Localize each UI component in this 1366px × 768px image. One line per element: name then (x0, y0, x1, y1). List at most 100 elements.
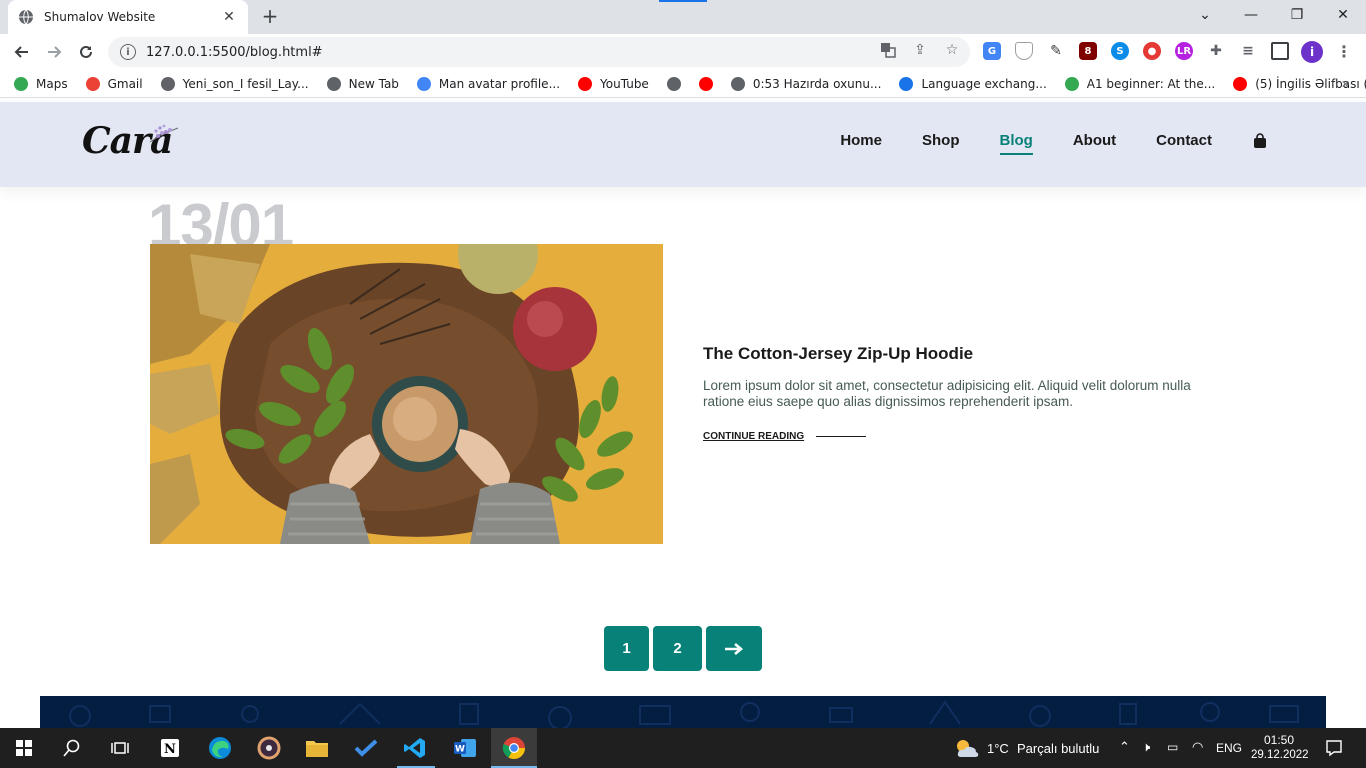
bookmark-item[interactable]: New Tab (326, 76, 399, 91)
recorder-ext-icon[interactable]: ● (1143, 42, 1161, 60)
browser-tab-strip: Shumalov Website ✕ + ⌄ — ❐ ✕ (0, 0, 1366, 34)
chrome-icon[interactable] (500, 734, 528, 762)
ublock-ext-icon[interactable]: 8 (1079, 42, 1097, 60)
bookmark-label: A1 beginner: At the... (1086, 76, 1216, 91)
bookmark-star-icon[interactable]: ☆ (943, 41, 961, 59)
back-button[interactable] (10, 40, 34, 64)
next-page-button[interactable] (706, 626, 762, 671)
windows-start-icon[interactable] (10, 734, 38, 762)
clock-time[interactable]: 01:50 (1264, 733, 1294, 747)
vscode-icon[interactable] (401, 734, 429, 762)
bookmark-item[interactable]: Language exchang... (899, 76, 1047, 91)
reload-button[interactable] (74, 40, 98, 64)
bookmark-favicon-icon (730, 76, 745, 91)
tab-search-icon[interactable]: ⌄ (1182, 0, 1228, 30)
arrow-right-icon (48, 46, 62, 58)
bookmark-favicon-icon (85, 76, 100, 91)
todo-icon[interactable] (352, 734, 380, 762)
battery-icon[interactable]: ▭ (1167, 740, 1178, 754)
bookmark-favicon-icon (666, 76, 681, 91)
weather-icon[interactable] (953, 734, 981, 762)
translate-icon[interactable] (879, 41, 897, 59)
main-nav: Home Shop Blog About Contact (800, 132, 1268, 155)
bookmark-item[interactable]: A1 beginner: At the... (1064, 76, 1216, 91)
bookmark-label: Yeni_son_I fesil_Lay... (182, 76, 309, 91)
forward-button[interactable] (42, 40, 66, 64)
bookmark-favicon-icon (899, 76, 914, 91)
edge-icon[interactable] (206, 734, 234, 762)
bookmark-item[interactable]: YouTube (578, 76, 649, 91)
post-title[interactable]: The Cotton-Jersey Zip-Up Hoodie (703, 344, 973, 364)
bookmark-item[interactable]: Gmail (85, 76, 143, 91)
extension-badge: 8 (1084, 45, 1092, 57)
nav-about[interactable]: About (1073, 132, 1116, 149)
arrow-right-icon (725, 642, 743, 655)
bookmark-favicon-icon (416, 76, 431, 91)
file-explorer-icon[interactable] (303, 734, 331, 762)
bookmark-label: Man avatar profile... (438, 76, 561, 91)
side-panel-icon[interactable] (1271, 42, 1289, 60)
notion-icon[interactable]: N (156, 734, 184, 762)
reload-icon (80, 45, 92, 58)
media-player-icon[interactable] (255, 734, 283, 762)
task-view-icon[interactable] (106, 734, 134, 762)
extensions-puzzle-icon[interactable]: ✚ (1207, 42, 1225, 60)
new-tab-button[interactable]: + (258, 5, 282, 29)
word-icon[interactable]: W (451, 734, 479, 762)
language-reactor-ext-icon[interactable]: LR (1175, 42, 1193, 60)
nav-shop[interactable]: Shop (922, 132, 960, 149)
browser-menu-icon[interactable]: ⋮ (1335, 42, 1353, 61)
bookmark-item[interactable] (698, 76, 721, 91)
bookmark-item[interactable] (666, 76, 689, 91)
nav-home[interactable]: Home (840, 132, 882, 149)
search-icon[interactable] (58, 734, 86, 762)
blog-post-image[interactable] (150, 244, 663, 544)
lavender-icon (149, 124, 179, 143)
svg-text:W: W (455, 745, 465, 755)
post-excerpt: Lorem ipsum dolor sit amet, consectetur … (703, 378, 1191, 409)
google-translate-ext-icon[interactable]: G (983, 42, 1001, 60)
post-date: 13/01 (148, 196, 294, 246)
bookmark-favicon-icon (1064, 76, 1079, 91)
site-info-icon[interactable]: i (120, 44, 136, 60)
restore-button[interactable]: ❐ (1274, 0, 1320, 30)
shazam-ext-icon[interactable]: S (1111, 42, 1129, 60)
bookmark-favicon-icon (1233, 76, 1248, 91)
windows-taskbar: N W 1°C Parçalı bulutlu ⌃ 🕨 ▭ ◠ ENG 01:5… (0, 728, 1366, 768)
weather-temp: 1°C (987, 741, 1009, 756)
profile-avatar[interactable]: i (1301, 41, 1323, 63)
nav-blog[interactable]: Blog (999, 132, 1034, 155)
url-text: 127.0.0.1:5500/blog.html# (146, 44, 323, 60)
more-bookmarks-icon[interactable]: » (1341, 76, 1350, 92)
bookmark-favicon-icon (160, 76, 175, 91)
share-icon[interactable]: ⇪ (911, 41, 929, 59)
notification-icon[interactable] (1320, 734, 1348, 762)
shield-ext-icon[interactable] (1015, 42, 1033, 60)
language-indicator[interactable]: ENG (1216, 741, 1242, 755)
bookmark-label: Maps (36, 76, 68, 91)
wifi-icon[interactable]: ◠ (1192, 739, 1203, 755)
pattern-background (69, 700, 1299, 728)
nav-contact[interactable]: Contact (1156, 132, 1212, 149)
close-tab-icon[interactable]: ✕ (220, 9, 238, 25)
eyedropper-ext-icon[interactable]: ✎ (1047, 42, 1065, 60)
bookmarks-bar: Maps Gmail Yeni_son_I fesil_Lay... New Tab M… (0, 70, 1366, 98)
volume-muted-icon[interactable]: 🕨 (1142, 739, 1150, 755)
shopping-bag-icon[interactable] (1252, 132, 1268, 149)
bookmark-item[interactable]: 0:53 Hazırda oxunu... (730, 76, 881, 91)
page-1-button[interactable]: 1 (604, 626, 649, 671)
bookmark-item[interactable]: Man avatar profile... (416, 76, 561, 91)
address-bar[interactable]: i 127.0.0.1:5500/blog.html# (108, 37, 970, 67)
continue-reading-link[interactable]: CONTINUE READING (703, 431, 867, 442)
chevron-up-icon[interactable]: ⌃ (1119, 739, 1130, 755)
page-2-button[interactable]: 2 (653, 626, 702, 671)
bookmark-item[interactable]: Maps (14, 76, 68, 91)
close-window-button[interactable]: ✕ (1320, 0, 1366, 30)
weather-text[interactable]: Parçalı bulutlu (1017, 741, 1099, 756)
minimize-button[interactable]: — (1228, 0, 1274, 30)
bookmark-item[interactable]: Yeni_son_I fesil_Lay... (160, 76, 309, 91)
browser-tab[interactable]: Shumalov Website ✕ (8, 0, 248, 34)
clock-date[interactable]: 29.12.2022 (1251, 749, 1309, 761)
globe-icon (18, 9, 34, 25)
media-control-icon[interactable]: ≡ (1239, 42, 1257, 60)
